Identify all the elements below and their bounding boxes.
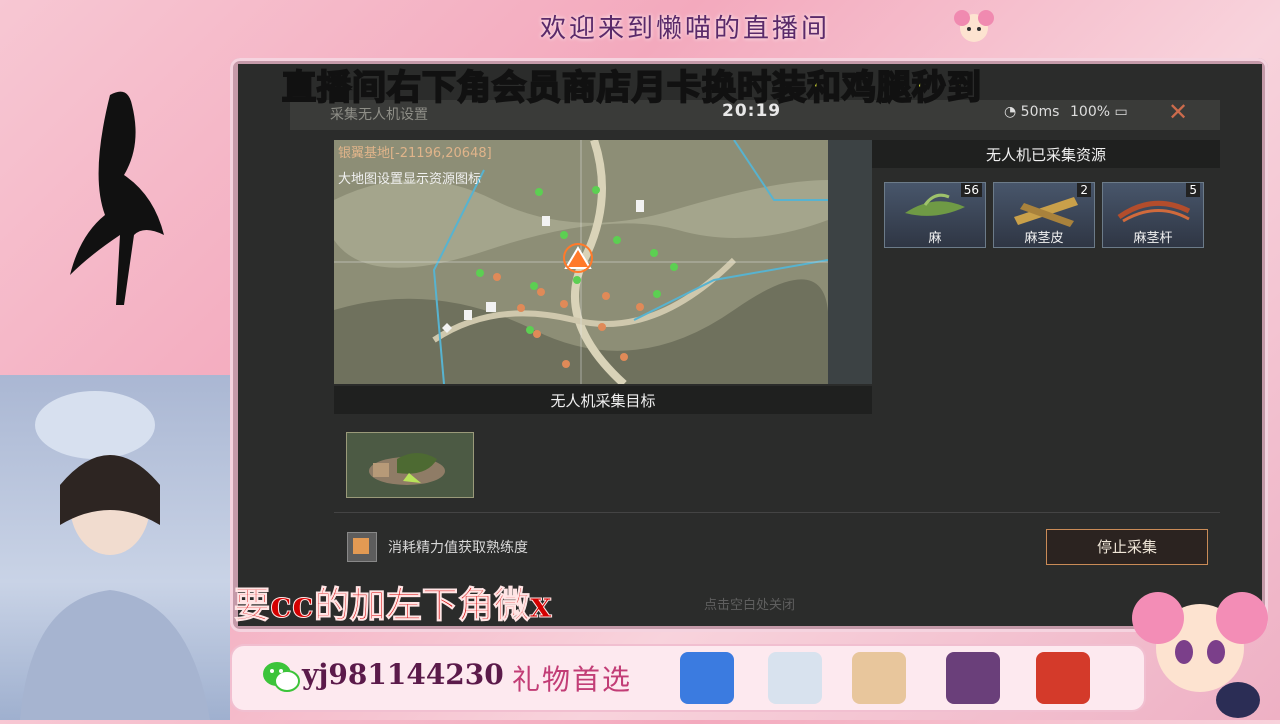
wechat-id: yj981144230 — [302, 658, 504, 691]
resource-card-hemp[interactable]: 56 麻 — [884, 182, 986, 248]
target-resource-card[interactable] — [346, 432, 474, 498]
map-location-label: 银翼基地[-21196,20648] — [338, 146, 492, 161]
stamina-checkbox-label: 消耗精力值获取熟练度 — [388, 540, 528, 556]
welcome-title: 欢迎来到懒喵的直播间 — [540, 14, 831, 44]
resource-card-hemp-bark[interactable]: 2 麻茎皮 — [993, 182, 1095, 248]
streamer-webcam — [0, 375, 230, 720]
hemp-bundle-icon — [369, 453, 445, 485]
resources-section-title: 无人机已采集资源 — [985, 146, 1106, 164]
divider — [334, 512, 1220, 513]
gift-icon-red-envelope — [1036, 652, 1090, 704]
bottom-banner-text: 要cc的加左下角微x — [233, 584, 552, 627]
map-hint: 大地图设置显示资源图标 — [338, 172, 482, 187]
mascot-sticker-bottom — [1132, 592, 1268, 718]
gift-icon-card — [946, 652, 1000, 704]
checkbox-fill — [353, 538, 369, 554]
moon-silhouette-decoration — [68, 75, 231, 312]
battery-status: 100% ▭ — [1070, 104, 1128, 120]
top-banner-text: 直播间右下角会员商店月卡换时装和鸡腿秒到 — [281, 67, 982, 109]
wechat-icon — [263, 662, 300, 692]
resource-card-hemp-stalk[interactable]: 5 麻茎杆 — [1102, 182, 1204, 248]
gift-icon-fan-badge — [680, 652, 734, 704]
stop-collect-button[interactable]: 停止采集 — [1046, 529, 1208, 565]
wifi-icon: ◔ — [1004, 104, 1017, 120]
map-side-strip — [828, 140, 872, 384]
resource-label: 麻茎杆 — [1133, 231, 1173, 246]
resource-label: 麻茎皮 — [1024, 231, 1064, 246]
close-hint: 点击空白处关闭 — [704, 598, 796, 613]
close-icon[interactable]: ✕ — [1168, 98, 1188, 126]
gift-icon-dog — [768, 652, 822, 704]
wifi-ping: ◔ 50ms — [1004, 104, 1059, 120]
target-section-title: 无人机采集目标 — [550, 392, 656, 410]
resource-count: 56 — [960, 183, 982, 197]
gift-icon-scroll — [852, 652, 906, 704]
resource-label: 麻 — [928, 231, 942, 246]
resource-count: 2 — [1077, 183, 1091, 197]
battery-value: 100% — [1070, 104, 1111, 120]
mascot-sticker-top — [954, 10, 994, 42]
ping-value: 50ms — [1020, 104, 1060, 120]
battery-icon: ▭ — [1114, 104, 1128, 120]
gift-label: 礼物首选 — [512, 663, 633, 696]
resource-count: 5 — [1186, 183, 1200, 197]
